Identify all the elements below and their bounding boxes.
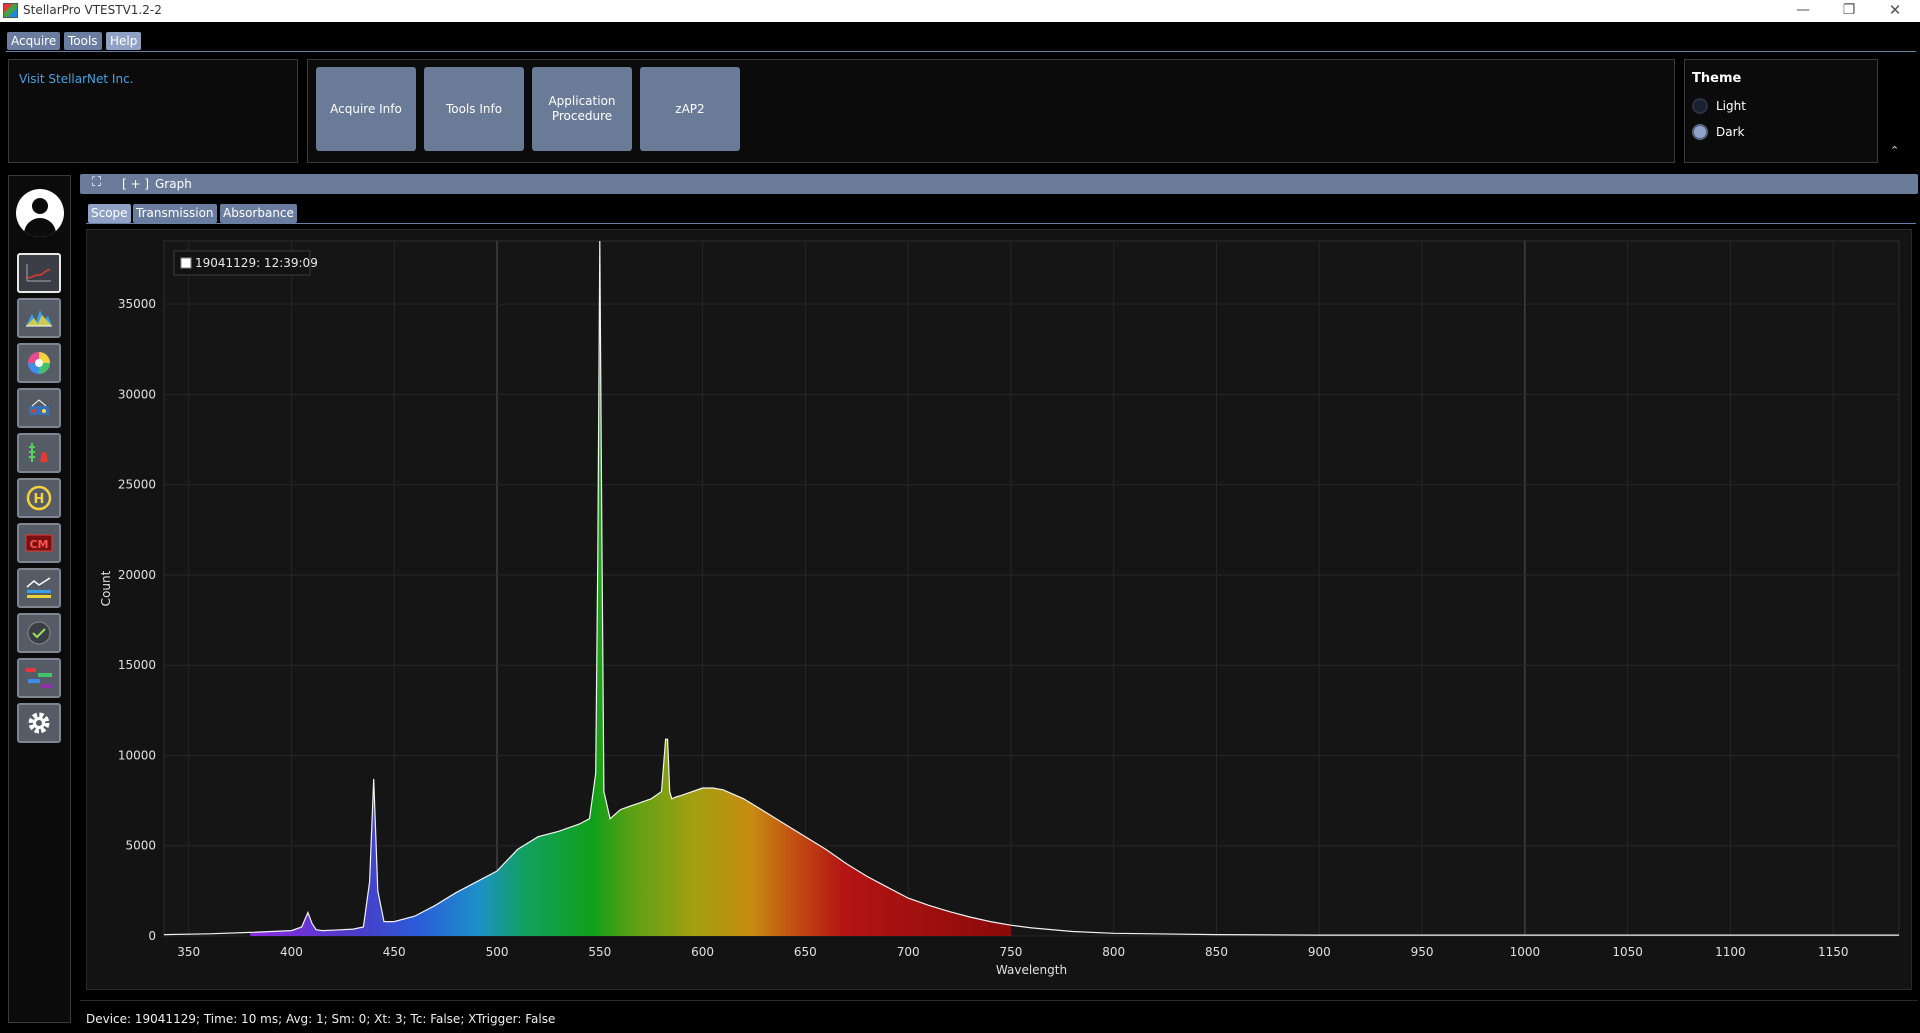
plot-area	[163, 240, 1900, 937]
app-logo-icon	[3, 3, 18, 18]
stellarnet-link[interactable]: Visit StellarNet Inc.	[19, 72, 133, 86]
tool-sidebar: H CM	[8, 175, 71, 1023]
x-tick-label: 1000	[1510, 945, 1541, 959]
y-tick-label: 25000	[118, 478, 156, 492]
x-tick-label: 850	[1205, 945, 1228, 959]
x-tick-label: 350	[177, 945, 200, 959]
x-tick-label: 450	[383, 945, 406, 959]
tabs-divider	[86, 223, 1916, 224]
gear-icon[interactable]	[17, 703, 61, 743]
x-tick-label: 800	[1102, 945, 1125, 959]
close-button[interactable]: ✕	[1872, 0, 1918, 22]
tab-scope[interactable]: Scope	[88, 204, 131, 223]
x-tick-label: 550	[588, 945, 611, 959]
x-tick-label: 650	[794, 945, 817, 959]
color-wheel-icon[interactable]	[17, 343, 61, 383]
y-tick-label: 5000	[125, 839, 156, 853]
minimize-button[interactable]: —	[1780, 0, 1826, 22]
theme-option-dark[interactable]: Dark	[1692, 122, 1744, 142]
trend-chart-icon[interactable]	[17, 568, 61, 608]
spectrum-peaks-icon[interactable]	[17, 298, 61, 338]
x-tick-label: 900	[1308, 945, 1331, 959]
graph-title: Graph	[155, 177, 192, 191]
user-avatar-icon[interactable]	[16, 189, 64, 237]
timeline-icon[interactable]	[17, 658, 61, 698]
y-tick-label: 0	[148, 929, 156, 943]
check-gauge-icon[interactable]	[17, 613, 61, 653]
status-bar: Device: 19041129; Time: 10 ms; Avg: 1; S…	[86, 1012, 556, 1026]
x-axis-label: Wavelength	[996, 963, 1067, 977]
tab-transmission[interactable]: Transmission	[133, 204, 217, 223]
tab-acquire[interactable]: Acquire	[7, 32, 61, 50]
theme-option-light[interactable]: Light	[1692, 96, 1746, 116]
menu-divider	[6, 51, 1916, 52]
expand-icon[interactable]: ⛶	[92, 175, 101, 190]
x-tick-label: 1050	[1612, 945, 1643, 959]
x-tick-label: 1150	[1818, 945, 1849, 959]
dark-radio[interactable]	[1692, 124, 1708, 140]
svg-text:H: H	[34, 492, 45, 507]
collapse-ribbon-icon[interactable]: ⌃	[1890, 144, 1899, 157]
restore-button[interactable]: ❐	[1826, 0, 1872, 22]
links-panel: Visit StellarNet Inc.	[8, 59, 298, 163]
lamp-source-icon[interactable]	[17, 388, 61, 428]
dark-radio-label: Dark	[1716, 125, 1745, 139]
legend-label: 19041129: 12:39:09	[195, 256, 318, 270]
window-title-bar: StellarPro VTESTV1.2-2 — ❐ ✕	[0, 0, 1920, 22]
tools-info-button[interactable]: Tools Info	[424, 67, 524, 151]
help-buttons-panel: Acquire Info Tools Info Application Proc…	[307, 59, 1675, 163]
scope-graph-icon[interactable]	[17, 253, 61, 293]
y-tick-label: 20000	[118, 568, 156, 582]
tab-help[interactable]: Help	[106, 32, 142, 50]
theme-panel: Theme Light Dark	[1684, 59, 1878, 163]
light-radio-label: Light	[1716, 99, 1746, 113]
menu-bar: Acquire Tools Help	[0, 22, 1920, 52]
x-tick-label: 1100	[1715, 945, 1746, 959]
y-tick-label: 30000	[118, 387, 156, 401]
graph-header: ⛶ [ + ] Graph	[80, 174, 1918, 194]
x-tick-label: 750	[999, 945, 1022, 959]
theme-title: Theme	[1692, 71, 1742, 86]
y-axis-label: Count	[99, 570, 113, 606]
y-tick-label: 10000	[118, 748, 156, 762]
y-tick-label: 35000	[118, 297, 156, 311]
light-radio[interactable]	[1692, 98, 1708, 114]
window-title: StellarPro VTESTV1.2-2	[23, 3, 162, 17]
tab-tools[interactable]: Tools	[64, 32, 102, 50]
zap2-button[interactable]: zAP2	[640, 67, 740, 151]
helicopter-h-icon[interactable]: H	[17, 478, 61, 518]
cm-badge-icon[interactable]: CM	[17, 523, 61, 563]
x-tick-label: 600	[691, 945, 714, 959]
x-tick-label: 500	[486, 945, 509, 959]
application-procedure-button[interactable]: Application Procedure	[532, 67, 632, 151]
acquire-info-button[interactable]: Acquire Info	[316, 67, 416, 151]
add-graph-button[interactable]: [ + ]	[122, 177, 149, 191]
status-divider	[80, 1000, 1918, 1001]
x-tick-label: 950	[1411, 945, 1434, 959]
svg-text:CM: CM	[29, 538, 48, 551]
tab-absorbance[interactable]: Absorbance	[220, 204, 297, 223]
y-tick-label: 15000	[118, 658, 156, 672]
legend-checkbox[interactable]	[180, 257, 192, 269]
chemistry-flask-icon[interactable]	[17, 433, 61, 473]
x-tick-label: 700	[897, 945, 920, 959]
spectrum-chart[interactable]: 350 400 450 500 550 600 650 700 750 800 850 900 950 1…	[86, 229, 1912, 990]
x-tick-label: 400	[280, 945, 303, 959]
